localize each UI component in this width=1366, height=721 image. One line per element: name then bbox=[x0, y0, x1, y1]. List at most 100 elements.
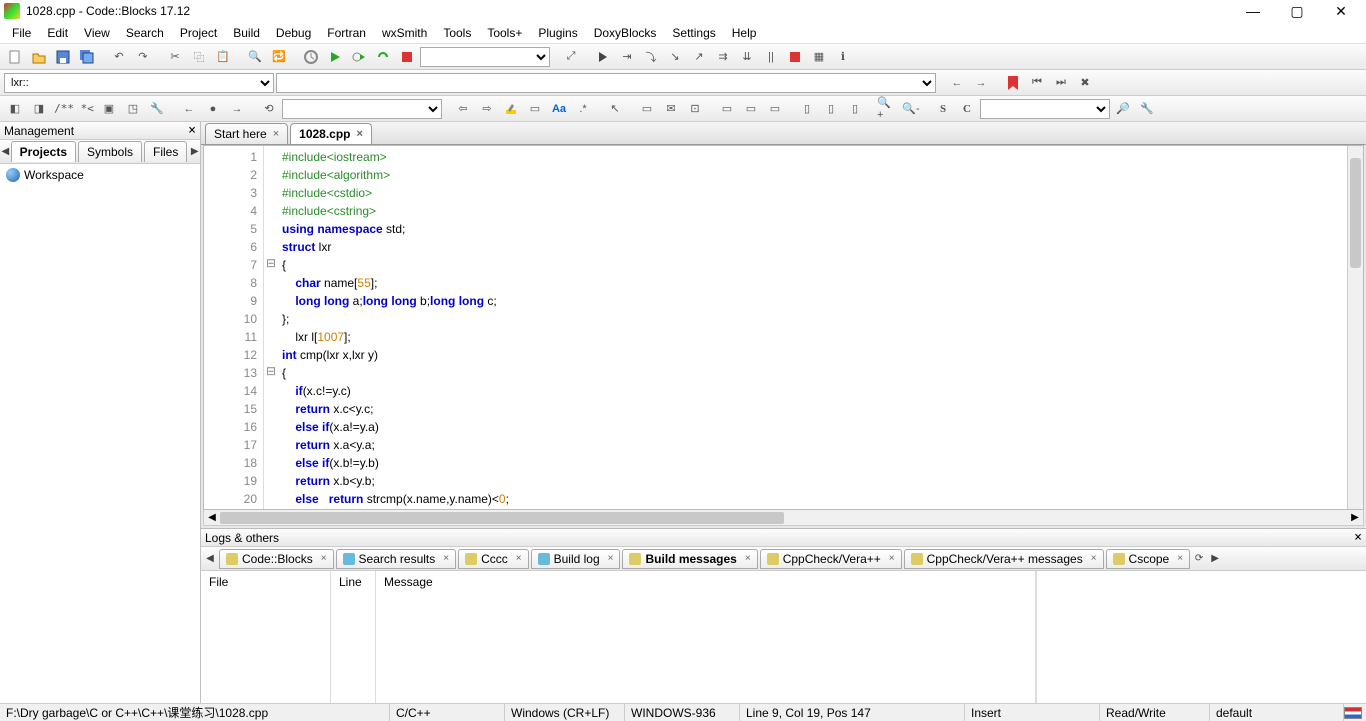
jump-forward-icon[interactable]: → bbox=[970, 72, 992, 94]
nav-home-icon[interactable]: ● bbox=[202, 98, 224, 120]
letter-c-icon[interactable]: C bbox=[956, 98, 978, 120]
save-all-icon[interactable] bbox=[76, 46, 98, 68]
copy-icon[interactable]: ⿻ bbox=[188, 46, 210, 68]
selection-icon[interactable]: ▭ bbox=[524, 98, 546, 120]
regex-icon[interactable]: .* bbox=[572, 98, 594, 120]
log-tab-close-icon[interactable]: × bbox=[889, 553, 895, 564]
step-into-icon[interactable]: ↘ bbox=[664, 46, 686, 68]
workspace-item[interactable]: Workspace bbox=[6, 168, 194, 182]
next-bookmark-icon[interactable]: ⏭ bbox=[1050, 72, 1072, 94]
log-tab-close-icon[interactable]: × bbox=[516, 553, 522, 564]
menu-edit[interactable]: Edit bbox=[39, 24, 76, 42]
status-profile[interactable]: default bbox=[1210, 704, 1344, 721]
logs-tabs-right-icon[interactable]: ▶ bbox=[1208, 553, 1222, 564]
log-tab-close-icon[interactable]: × bbox=[1177, 553, 1183, 564]
stop-debugger-icon[interactable] bbox=[784, 46, 806, 68]
menu-help[interactable]: Help bbox=[724, 24, 765, 42]
undo-icon[interactable]: ↶ bbox=[108, 46, 130, 68]
tab-files[interactable]: Files bbox=[144, 141, 187, 162]
abort-icon[interactable] bbox=[396, 46, 418, 68]
pane2-icon[interactable]: ▯ bbox=[820, 98, 842, 120]
tab-symbols[interactable]: Symbols bbox=[78, 141, 142, 162]
doxy-run-icon[interactable]: ▣ bbox=[98, 98, 120, 120]
mgmt-tabs-right-icon[interactable]: ▶ bbox=[189, 146, 200, 157]
fold-column[interactable]: ⊟⊟ bbox=[264, 146, 278, 509]
for-abbrev-icon[interactable]: ▭ bbox=[636, 98, 658, 120]
zoom-out-icon[interactable]: 🔍- bbox=[900, 98, 922, 120]
tab-projects[interactable]: Projects bbox=[11, 141, 76, 162]
doxy-extract-icon[interactable]: ◨ bbox=[28, 98, 50, 120]
close-tab-icon[interactable]: × bbox=[357, 128, 363, 140]
maximize-button[interactable]: ▢ bbox=[1284, 3, 1310, 20]
fortran-combo[interactable] bbox=[980, 99, 1110, 119]
cut-icon[interactable]: ✂ bbox=[164, 46, 186, 68]
menu-plugins[interactable]: Plugins bbox=[530, 24, 585, 42]
doxy-wizard-icon[interactable]: ◧ bbox=[4, 98, 26, 120]
doxy-config-icon[interactable]: 🔧 bbox=[146, 98, 168, 120]
nav-back-icon[interactable]: ← bbox=[178, 98, 200, 120]
save-icon[interactable] bbox=[52, 46, 74, 68]
minimize-button[interactable]: — bbox=[1240, 3, 1266, 20]
jump-back-icon[interactable]: ← bbox=[946, 72, 968, 94]
menu-search[interactable]: Search bbox=[118, 24, 172, 42]
nav-forward-icon[interactable]: → bbox=[226, 98, 248, 120]
step-out-icon[interactable]: ↗ bbox=[688, 46, 710, 68]
logs-close-icon[interactable]: × bbox=[1354, 530, 1362, 545]
block-comment-icon[interactable]: /** *< bbox=[52, 98, 96, 120]
whitespace-icon[interactable]: ⊡ bbox=[684, 98, 706, 120]
arrow-right-icon[interactable]: ⇨ bbox=[476, 98, 498, 120]
break-debugger-icon[interactable]: || bbox=[760, 46, 782, 68]
status-lang[interactable]: C/C++ bbox=[390, 704, 505, 721]
rebuild-icon[interactable] bbox=[372, 46, 394, 68]
pane3-icon[interactable]: ▯ bbox=[844, 98, 866, 120]
menu-view[interactable]: View bbox=[76, 24, 118, 42]
build-run-icon[interactable] bbox=[348, 46, 370, 68]
log-tab-close-icon[interactable]: × bbox=[321, 553, 327, 564]
status-insert[interactable]: Insert bbox=[965, 704, 1100, 721]
close-button[interactable]: ✕ bbox=[1328, 3, 1354, 20]
logs-tab-code-blocks[interactable]: Code::Blocks× bbox=[219, 549, 334, 569]
prev-bookmark-icon[interactable]: ⏮ bbox=[1026, 72, 1048, 94]
logs-tabs-left-icon[interactable]: ◀ bbox=[203, 553, 217, 564]
win3-icon[interactable]: ▭ bbox=[764, 98, 786, 120]
symbol-combo[interactable] bbox=[276, 73, 936, 93]
find-icon[interactable]: 🔍 bbox=[244, 46, 266, 68]
run-to-cursor-icon[interactable]: ⇥ bbox=[616, 46, 638, 68]
log-tab-close-icon[interactable]: × bbox=[1091, 553, 1097, 564]
status-eol[interactable]: Windows (CR+LF) bbox=[505, 704, 625, 721]
doxy-html-icon[interactable]: ◳ bbox=[122, 98, 144, 120]
arrow-left-icon[interactable]: ⇦ bbox=[452, 98, 474, 120]
thread-combo[interactable] bbox=[282, 99, 442, 119]
next-line-icon[interactable]: ⤵ bbox=[640, 46, 662, 68]
debug-continue-icon[interactable] bbox=[592, 46, 614, 68]
menu-debug[interactable]: Debug bbox=[268, 24, 319, 42]
last-jump-icon[interactable]: ⟲ bbox=[258, 98, 280, 120]
menu-tools[interactable]: Tools bbox=[435, 24, 479, 42]
logs-tab-build-messages[interactable]: Build messages× bbox=[622, 549, 757, 569]
paste-icon[interactable]: 📋 bbox=[212, 46, 234, 68]
logs-tabs-refresh-icon[interactable]: ⟳ bbox=[1192, 553, 1206, 564]
hscroll-right-icon[interactable]: ▶ bbox=[1347, 512, 1363, 523]
debug-info-icon[interactable]: ℹ bbox=[832, 46, 854, 68]
win1-icon[interactable]: ▭ bbox=[716, 98, 738, 120]
menu-settings[interactable]: Settings bbox=[664, 24, 723, 42]
management-close-icon[interactable]: × bbox=[188, 123, 196, 138]
file-tab-1[interactable]: 1028.cpp× bbox=[290, 123, 372, 144]
highlight-icon[interactable] bbox=[500, 98, 522, 120]
code-editor[interactable]: 1234567891011121314151617181920 ⊟⊟ #incl… bbox=[203, 145, 1364, 510]
menu-tools[interactable]: Tools+ bbox=[479, 24, 530, 42]
mail-icon[interactable]: ✉ bbox=[660, 98, 682, 120]
open-file-icon[interactable] bbox=[28, 46, 50, 68]
file-tab-0[interactable]: Start here× bbox=[205, 123, 288, 144]
search-small-icon[interactable]: 🔎 bbox=[1112, 98, 1134, 120]
replace-icon[interactable]: 🔁 bbox=[268, 46, 290, 68]
build-target-combo[interactable] bbox=[420, 47, 550, 67]
clear-bookmarks-icon[interactable]: ✖ bbox=[1074, 72, 1096, 94]
log-tab-close-icon[interactable]: × bbox=[745, 553, 751, 564]
scope-combo[interactable]: lxr:: bbox=[4, 73, 274, 93]
mgmt-tabs-left-icon[interactable]: ◀ bbox=[0, 146, 11, 157]
debug-windows-icon[interactable]: ▦ bbox=[808, 46, 830, 68]
log-tab-close-icon[interactable]: × bbox=[443, 553, 449, 564]
logs-tab-build-log[interactable]: Build log× bbox=[531, 549, 621, 569]
logs-tab-cccc[interactable]: Cccc× bbox=[458, 549, 529, 569]
